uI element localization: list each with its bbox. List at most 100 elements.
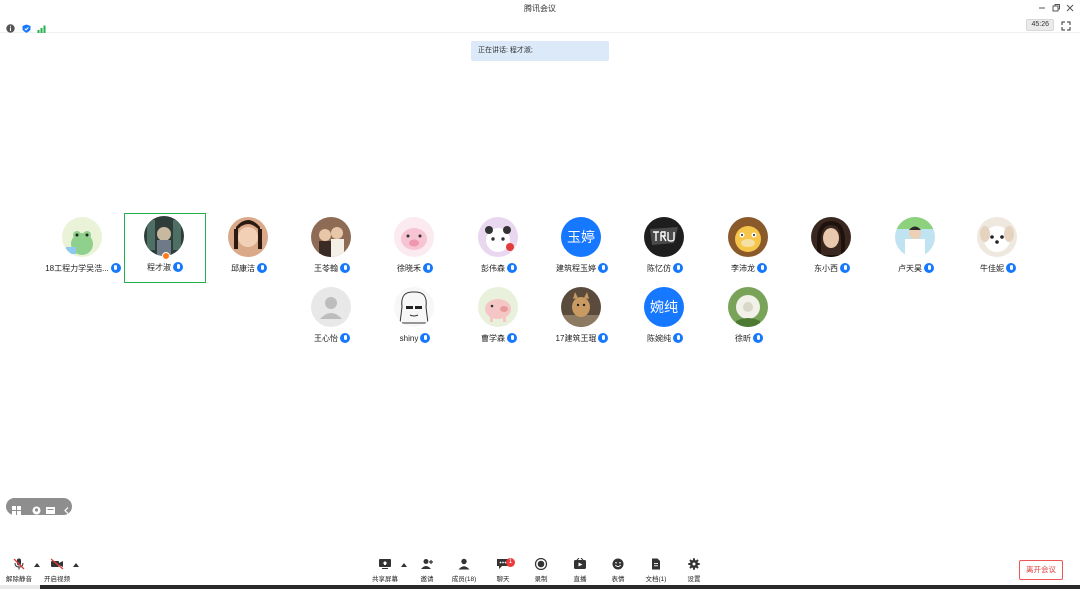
speaking-badge-icon (162, 252, 170, 260)
unmute-button[interactable]: 解除静音 (4, 558, 34, 583)
avatar (728, 287, 768, 327)
meeting-info-row: 45:26 (0, 17, 1080, 33)
participant-tile[interactable]: 徐昕 (708, 284, 790, 354)
participant-name: 邱康洁 (231, 264, 255, 273)
participant-name: 牛佳妮 (980, 264, 1004, 273)
invite-label: 邀请 (420, 576, 434, 583)
avatar (311, 217, 351, 257)
avatar (144, 216, 184, 256)
microphone-icon (507, 263, 517, 273)
leave-meeting-button[interactable]: 离开会议 (1019, 560, 1063, 580)
speaker-view-icon[interactable] (32, 502, 41, 515)
participant-name: 18工程力学吴浩... (45, 264, 109, 273)
members-icon (458, 558, 470, 570)
unmute-label: 解除静音 (6, 576, 32, 583)
participant-tile[interactable]: shiny (374, 284, 456, 354)
taskbar-strip (0, 585, 1080, 589)
audio-options-caret-icon[interactable] (34, 563, 40, 567)
avatar (394, 287, 434, 327)
participant-tile-active-speaker[interactable]: 程才淑 (124, 213, 206, 283)
avatar (311, 287, 351, 327)
emoji-icon (612, 558, 624, 570)
participant-tile[interactable]: 婉纯 陈婉纯 (624, 284, 706, 354)
avatar (228, 217, 268, 257)
share-screen-label: 共享屏幕 (372, 576, 398, 583)
participant-tile[interactable]: 曹学森 (458, 284, 540, 354)
share-screen-icon (379, 559, 391, 569)
avatar (644, 217, 684, 257)
signal-icon[interactable] (37, 20, 46, 33)
speaking-indicator: 正在讲话: 程才淑; (471, 41, 609, 61)
participant-tile[interactable]: 邱康洁 (208, 214, 290, 284)
participant-tile[interactable]: 王苓翰 (291, 214, 373, 284)
meeting-timer: 45:26 (1026, 19, 1054, 31)
record-label: 录制 (534, 576, 548, 583)
window-title: 腾讯会议 (524, 4, 556, 13)
invite-user-icon (421, 559, 433, 569)
shield-icon[interactable] (22, 20, 31, 33)
invite-button[interactable]: 邀请 (412, 558, 442, 583)
participant-tile[interactable]: 李沛龙 (708, 214, 790, 284)
grid-view-icon[interactable] (12, 502, 21, 515)
microphone-icon (598, 263, 608, 273)
participant-tile[interactable]: 牛佳妮 (957, 214, 1039, 284)
participant-name: 建筑程玉婷 (556, 264, 596, 273)
participant-tile[interactable]: 王心怡 (291, 284, 373, 354)
participant-tile[interactable]: 18工程力学吴浩... (42, 214, 124, 284)
participant-name: 徐昕 (735, 334, 751, 343)
reactions-button[interactable]: 表情 (603, 558, 633, 583)
participant-tile[interactable]: 彭伟森 (458, 214, 540, 284)
microphone-icon (340, 333, 350, 343)
share-screen-button[interactable]: 共享屏幕 (370, 558, 400, 583)
participant-tile[interactable]: 卢天昊 (875, 214, 957, 284)
participant-tile[interactable]: 徐晓禾 (374, 214, 456, 284)
microphone-icon (420, 333, 431, 343)
participant-name: 17建筑王琨 (555, 334, 597, 343)
record-button[interactable]: 录制 (526, 558, 556, 583)
avatar (478, 217, 518, 257)
documents-button[interactable]: 文档(1) (641, 558, 671, 583)
participant-name: 陈婉纯 (647, 334, 671, 343)
gear-icon (688, 558, 700, 570)
avatar (394, 217, 434, 257)
chat-unread-badge: 1 (506, 558, 515, 567)
microphone-icon (1006, 263, 1016, 273)
video-options-caret-icon[interactable] (73, 563, 79, 567)
microphone-icon (507, 333, 517, 343)
microphone-icon (257, 263, 267, 273)
fullscreen-icon[interactable] (1060, 19, 1072, 31)
participant-tile[interactable]: 陈忆仿 (624, 214, 706, 284)
settings-button[interactable]: 设置 (679, 558, 709, 583)
view-switcher[interactable] (6, 498, 72, 515)
participant-name: 李沛龙 (731, 264, 755, 273)
avatar (561, 287, 601, 327)
participant-tile[interactable]: 17建筑王琨 (541, 284, 623, 354)
live-stream-icon (574, 558, 586, 569)
participant-tile[interactable]: 东小西 (791, 214, 873, 284)
participant-name: shiny (399, 334, 419, 343)
chat-label: 聊天 (496, 576, 510, 583)
title-bar: 腾讯会议 (0, 0, 1080, 17)
live-label: 直播 (573, 576, 587, 583)
participant-name: 彭伟森 (481, 264, 505, 273)
microphone-icon (110, 263, 121, 273)
start-video-label: 开启视频 (44, 576, 70, 583)
restore-icon[interactable] (1050, 2, 1062, 14)
members-label: 成员(18) (451, 576, 477, 583)
minimize-icon[interactable] (1036, 2, 1048, 14)
gallery-view-icon[interactable] (46, 502, 55, 514)
avatar (811, 217, 851, 257)
microphone-icon (173, 262, 183, 272)
avatar: 婉纯 (644, 287, 684, 327)
start-video-button[interactable]: 开启视频 (42, 558, 72, 583)
members-button[interactable]: 成员(18) (449, 558, 479, 583)
info-icon[interactable] (6, 20, 15, 33)
live-button[interactable]: 直播 (565, 558, 595, 583)
share-options-caret-icon[interactable] (401, 563, 407, 567)
close-icon[interactable] (1064, 2, 1076, 14)
collapse-chevron-icon[interactable] (62, 502, 71, 514)
documents-label: 文档(1) (645, 576, 667, 583)
settings-label: 设置 (687, 576, 701, 583)
microphone-icon (757, 263, 767, 273)
participant-tile[interactable]: 玉婷 建筑程玉婷 (541, 214, 623, 284)
